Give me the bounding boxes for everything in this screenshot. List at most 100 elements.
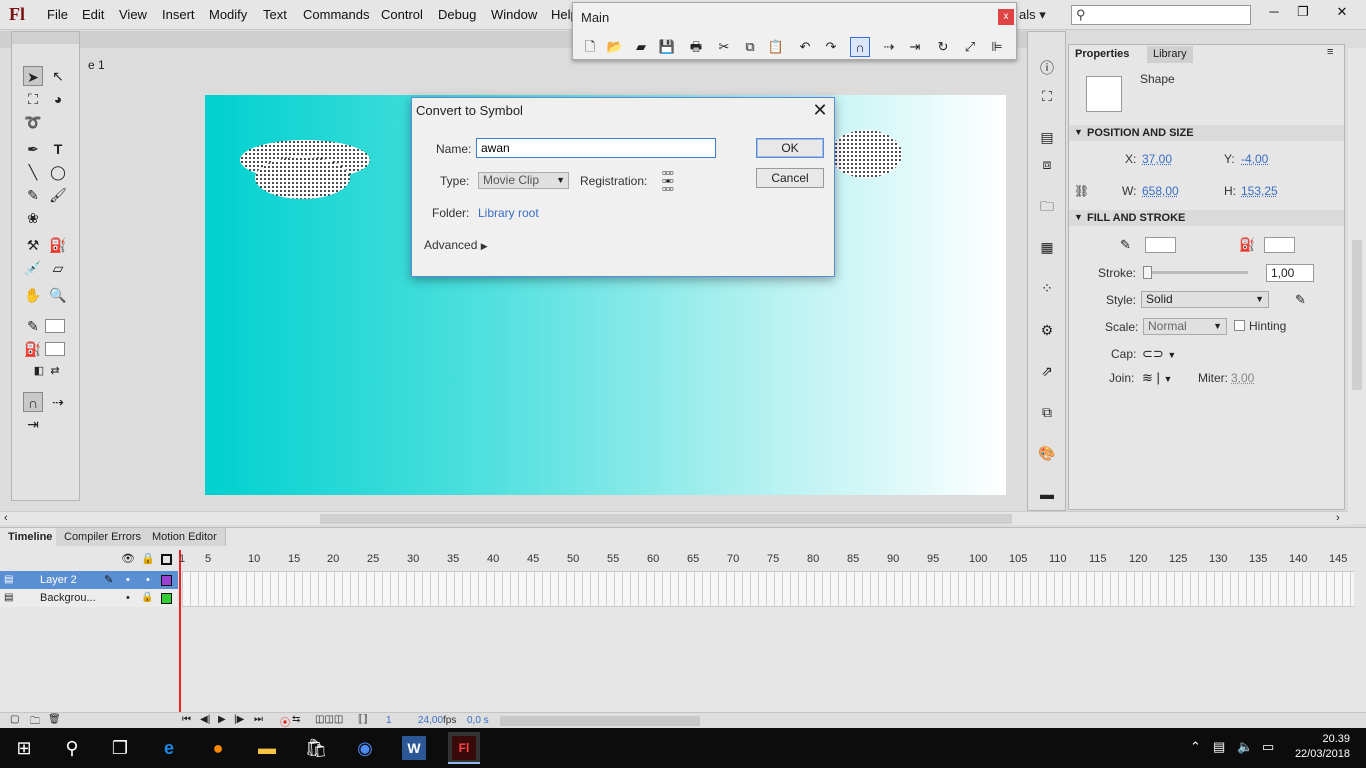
search-icon[interactable]: ⚲ — [60, 736, 84, 760]
selection-tool-icon[interactable]: ➤ — [23, 66, 43, 86]
cancel-button[interactable]: Cancel — [756, 168, 824, 188]
play-icon[interactable]: ▶ — [218, 714, 226, 725]
registration-grid-icon[interactable]: ▫▫▫ ▫▪▫ ▫▫▫ — [662, 166, 674, 195]
chrome-icon[interactable]: ◉ — [353, 736, 377, 760]
restore-icon[interactable]: ❐ — [1291, 2, 1315, 24]
firefox-icon[interactable]: ● — [206, 736, 230, 760]
open-folder-icon[interactable]: 📂 — [605, 37, 625, 57]
3d-rotation-tool-icon[interactable]: ◕ — [48, 89, 68, 109]
scrollbar-thumb[interactable] — [320, 514, 1012, 524]
visible-dot[interactable]: • — [126, 589, 130, 607]
pencil-edit-icon[interactable]: ✎ — [1295, 292, 1306, 308]
w-value[interactable]: 658,00 — [1142, 184, 1179, 198]
eye-icon[interactable]: 👁 — [121, 552, 135, 565]
chevron-right-icon[interactable]: › — [1336, 512, 1340, 524]
layer-row[interactable]: ▤ Layer 2 ✎ • • — [0, 571, 178, 589]
brush-tool-icon[interactable]: 🖌 — [48, 185, 68, 205]
code-snippets-icon[interactable]: ⚙ — [1037, 320, 1057, 340]
stroke-slider-thumb[interactable] — [1143, 266, 1152, 279]
volume-icon[interactable]: 🔈 — [1237, 739, 1253, 755]
history-icon[interactable]: ▤ — [1037, 127, 1057, 147]
fill-color-swatch[interactable] — [1264, 237, 1295, 253]
paste-icon[interactable]: 📋 — [766, 37, 786, 57]
minimize-icon[interactable]: ─ — [1262, 2, 1286, 24]
deco-tool-icon[interactable]: ❀ — [23, 208, 43, 228]
cap-select[interactable]: ⊂⊃ ▼ — [1142, 346, 1176, 362]
frame-grid[interactable] — [182, 571, 1354, 607]
menu-control[interactable]: Control — [381, 7, 423, 22]
store-icon[interactable]: 🛍 — [304, 736, 328, 760]
snap-to-objects-icon[interactable]: ∩ — [23, 392, 43, 412]
tab-motion-editor[interactable]: Motion Editor — [144, 528, 226, 546]
fps-value[interactable]: 24,00 — [418, 715, 443, 726]
system-clock[interactable]: 20.39 22/03/2018 — [1287, 732, 1350, 762]
folder-link[interactable]: Library root — [478, 206, 539, 220]
menu-edit[interactable]: Edit — [82, 7, 104, 22]
cloud-shape-left-lower[interactable] — [255, 157, 350, 199]
network-icon[interactable]: ▤ — [1213, 739, 1225, 755]
lock-icon[interactable]: 🔒 — [141, 552, 155, 565]
stroke-value-input[interactable]: 1,00 — [1266, 264, 1314, 282]
redo-icon[interactable]: ↷ — [821, 37, 841, 57]
menu-window[interactable]: Window — [491, 7, 537, 22]
snap-magnet-icon[interactable]: ∩ — [850, 37, 870, 57]
miter-value[interactable]: 3,00 — [1231, 371, 1254, 385]
center-frame-icon[interactable]: ⦿ — [280, 714, 290, 729]
straighten-icon[interactable]: ⇥ — [905, 37, 925, 57]
layer-color-swatch[interactable] — [161, 575, 172, 586]
menu-debug[interactable]: Debug — [438, 7, 476, 22]
smooth-icon[interactable]: ⇢ — [879, 37, 899, 57]
advanced-toggle[interactable]: Advanced ▶ — [424, 238, 488, 252]
step-back-icon[interactable]: ◀| — [200, 714, 210, 725]
oval-tool-icon[interactable]: ◯ — [48, 162, 68, 182]
animate-taskbar-button[interactable]: Fl — [448, 732, 480, 764]
menu-file[interactable]: File — [47, 7, 68, 22]
pencil-tool-icon[interactable]: ✎ — [23, 185, 43, 205]
playhead[interactable] — [179, 550, 181, 714]
output-icon[interactable]: ▬ — [1037, 484, 1057, 504]
menu-insert[interactable]: Insert — [162, 7, 195, 22]
rotate-skew-icon[interactable]: ↻ — [933, 37, 953, 57]
visible-dot[interactable]: • — [126, 571, 130, 589]
go-to-last-frame-icon[interactable]: ⏭ — [254, 714, 263, 725]
loop-icon[interactable]: ⇆ — [292, 714, 300, 725]
hand-tool-icon[interactable]: ✋ — [23, 285, 43, 305]
align-icon[interactable]: ⊫ — [987, 37, 1007, 57]
workspace-switcher[interactable]: als ▾ — [1019, 7, 1046, 23]
show-hidden-icons-icon[interactable]: ⌃ — [1190, 739, 1201, 755]
new-layer-icon[interactable]: ▢ — [10, 714, 19, 725]
x-value[interactable]: 37,00 — [1142, 152, 1172, 166]
tab-timeline[interactable]: Timeline — [0, 528, 62, 546]
color-palette-icon[interactable]: 🎨 — [1037, 443, 1057, 463]
eraser-tool-icon[interactable]: ▱ — [48, 258, 68, 278]
symbol-type-select[interactable]: Movie Clip ▼ — [478, 172, 569, 189]
color-icon[interactable]: ⁘ — [1037, 278, 1057, 298]
close-icon[interactable]: ✕ — [1330, 2, 1354, 24]
layer-name[interactable]: Backgrou... — [40, 589, 96, 607]
edit-multiple-frames-icon[interactable]: ⟦⟧ — [358, 714, 368, 725]
style-select[interactable]: Solid ▼ — [1141, 291, 1269, 308]
layer-name[interactable]: Layer 2 — [40, 571, 77, 589]
free-transform-tool-icon[interactable]: ⛶ — [23, 89, 43, 109]
cut-icon[interactable]: ✂ — [714, 37, 734, 57]
tools-panel-header[interactable] — [12, 32, 79, 44]
pen-tool-icon[interactable]: ✒ — [23, 139, 43, 159]
fill-color-swatch[interactable] — [45, 342, 65, 356]
elapsed-time[interactable]: 0,0 s — [467, 715, 489, 726]
lock-icon[interactable]: 🔒 — [141, 589, 153, 607]
menu-commands[interactable]: Commands — [303, 7, 369, 22]
position-size-section-header[interactable]: POSITION AND SIZE — [1069, 125, 1344, 141]
panel-menu-icon[interactable]: ≡ — [1327, 46, 1333, 58]
word-icon[interactable]: W — [402, 736, 426, 760]
link-icon[interactable]: ⛓ — [1074, 184, 1089, 198]
new-file-icon[interactable]: 🗋 — [580, 37, 600, 57]
components-icon[interactable]: ⧈ — [1037, 154, 1057, 174]
tab-library[interactable]: Library — [1147, 46, 1193, 63]
scale-select[interactable]: Normal ▼ — [1143, 318, 1227, 335]
symbol-name-input[interactable] — [476, 138, 716, 158]
layer-color-swatch[interactable] — [161, 593, 172, 604]
movie-explorer-icon[interactable]: ⧉ — [1037, 402, 1057, 422]
line-tool-icon[interactable]: ╲ — [23, 162, 43, 182]
menu-view[interactable]: View — [119, 7, 147, 22]
straighten-icon[interactable]: ⇥ — [23, 414, 43, 434]
